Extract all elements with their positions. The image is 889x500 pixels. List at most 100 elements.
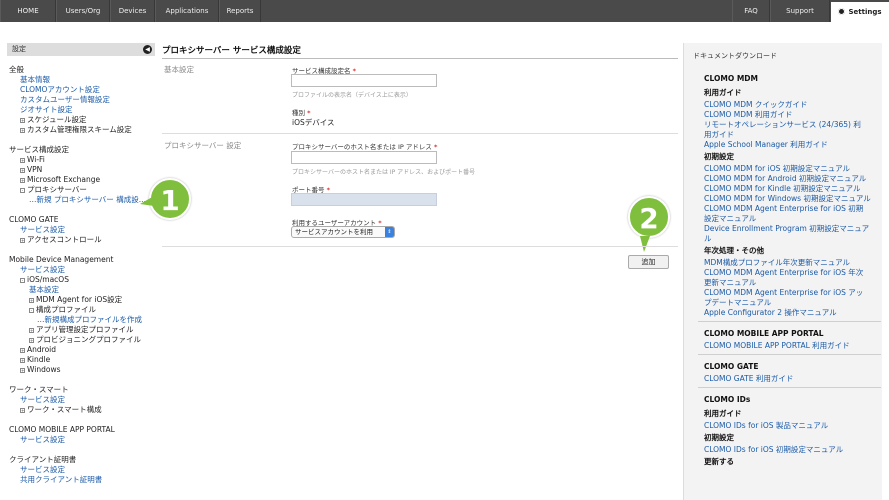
config-name-input[interactable] (291, 74, 437, 87)
tree-expand-icon[interactable]: + (20, 348, 25, 353)
sidebar-item[interactable]: + Windows (20, 365, 60, 375)
add-button[interactable]: 追加 (628, 255, 669, 269)
document-link[interactable]: リモートオペレーションサービス (24/365) 利 (704, 120, 879, 130)
nav-support[interactable]: Support (770, 0, 830, 22)
sidebar-item-label: サービス設定 (20, 395, 65, 404)
tree-expand-icon[interactable]: + (29, 298, 34, 303)
collapse-sidebar-icon[interactable]: ◀ (143, 45, 152, 54)
document-link[interactable]: CLOMO MDM for iOS 初期設定マニュアル (704, 164, 879, 174)
document-link[interactable]: CLOMO MOBILE APP PORTAL 利用ガイド (704, 341, 879, 351)
sidebar-item[interactable]: サービス設定 (20, 265, 65, 275)
nav-faq[interactable]: FAQ (732, 0, 770, 22)
sidebar-item[interactable]: + プロビジョニングプロファイル (29, 335, 141, 345)
sidebar-item[interactable]: - 構成プロファイル (29, 305, 96, 315)
tree-expand-icon[interactable]: + (20, 128, 25, 133)
sidebar-item[interactable]: …新規 プロキシサーバー 構成設... (29, 195, 146, 205)
nav-home[interactable]: HOME (0, 0, 56, 22)
document-link[interactable]: 用ガイド (704, 130, 879, 140)
sidebar-item-label: CLOMO MOBILE APP PORTAL (9, 425, 115, 434)
document-group-heading: CLOMO GATE (704, 362, 759, 371)
sidebar-item[interactable]: + スケジュール設定 (20, 115, 86, 125)
tree-collapse-icon[interactable]: - (20, 278, 25, 283)
nav-applications[interactable]: Applications (155, 0, 219, 22)
document-download-panel: ドキュメントダウンロード CLOMO MDM 利用ガイド CLOMO MDM クイッ… (683, 43, 882, 500)
sidebar-item[interactable]: 共用クライアント証明書 (20, 475, 102, 485)
document-link[interactable]: CLOMO MDM Agent Enterprise for iOS 初期 (704, 204, 879, 214)
document-link[interactable]: CLOMO MDM Agent Enterprise for iOS アッ (704, 288, 879, 298)
document-link[interactable]: CLOMO MDM for Kindle 初期設定マニュアル (704, 184, 879, 194)
document-link[interactable]: CLOMO GATE 利用ガイド (704, 374, 879, 384)
tree-expand-icon[interactable]: + (20, 158, 25, 163)
sidebar-item[interactable]: サービス設定 (20, 225, 65, 235)
tree-expand-icon[interactable]: + (20, 178, 25, 183)
document-link[interactable]: 更新マニュアル (704, 278, 879, 288)
sidebar-item-label: Windows (27, 365, 61, 374)
sidebar-item[interactable]: + ワーク・スマート構成 (20, 405, 102, 415)
sidebar-item[interactable]: + アプリ管理設定プロファイル (29, 325, 134, 335)
page-title: プロキシサーバー サービス構成設定 (162, 46, 301, 56)
tree-collapse-icon[interactable]: - (29, 308, 34, 313)
sidebar-item[interactable]: サービス設定 (20, 435, 65, 445)
document-link[interactable]: Apple Configurator 2 操作マニュアル (704, 308, 879, 318)
tree-expand-icon[interactable]: + (20, 368, 25, 373)
document-link[interactable]: プデートマニュアル (704, 298, 879, 308)
sidebar-item[interactable]: カスタムユーザー情報設定 (20, 95, 110, 105)
nav-users-org[interactable]: Users/Org (56, 0, 110, 22)
document-link[interactable]: CLOMO MDM Agent Enterprise for iOS 年次 (704, 268, 879, 278)
tree-expand-icon[interactable]: + (29, 338, 34, 343)
sidebar-section-heading: 全般 (9, 65, 24, 75)
callout-2-pointer (640, 236, 650, 252)
tree-collapse-icon[interactable]: - (20, 188, 25, 193)
sidebar-item[interactable]: + Microsoft Exchange (20, 175, 100, 185)
nav-reports[interactable]: Reports (219, 0, 261, 22)
tree-expand-icon[interactable]: + (20, 238, 25, 243)
document-link[interactable]: CLOMO MDM for Android 初期設定マニュアル (704, 174, 879, 184)
document-link[interactable]: Device Enrollment Program 初期設定マニュア (704, 224, 879, 234)
document-link[interactable]: Apple School Manager 利用ガイド (704, 140, 879, 150)
document-link[interactable]: CLOMO MDM 利用ガイド (704, 110, 879, 120)
document-link[interactable]: MDM構成プロファイル年次更新マニュアル (704, 258, 879, 268)
sidebar-item[interactable]: ジオサイト設定 (20, 105, 73, 115)
sidebar-item-label: サービス設定 (20, 225, 65, 234)
document-link[interactable]: CLOMO IDs for iOS 製品マニュアル (704, 421, 879, 431)
document-subheading: 利用ガイド (704, 88, 742, 97)
tree-expand-icon[interactable]: + (20, 118, 25, 123)
sidebar-item-label: サービス設定 (20, 435, 65, 444)
sidebar-item-label: CLOMOアカウント設定 (20, 85, 100, 94)
sidebar-item[interactable]: + Android (20, 345, 56, 355)
sidebar-item[interactable]: …新規構成プロファイルを作成 (37, 315, 142, 325)
tree-expand-icon[interactable]: + (20, 408, 25, 413)
document-link[interactable]: CLOMO MDM クイックガイド (704, 100, 879, 110)
sidebar-item[interactable]: - iOS/macOS (20, 275, 69, 285)
sidebar-item[interactable]: + MDM Agent for iOS設定 (29, 295, 122, 305)
sidebar-item[interactable]: + Wi-Fi (20, 155, 45, 165)
document-link[interactable]: CLOMO MDM for Windows 初期設定マニュアル (704, 194, 879, 204)
port-input[interactable] (291, 193, 437, 206)
sidebar-item-label: Mobile Device Management (9, 255, 114, 264)
nav-settings-tab[interactable]: Settings (831, 2, 889, 22)
section-divider (162, 133, 678, 134)
tree-expand-icon[interactable]: + (29, 328, 34, 333)
document-link[interactable]: 設定マニュアル (704, 214, 879, 224)
sidebar-item[interactable]: 基本情報 (20, 75, 50, 85)
sidebar-item[interactable]: サービス設定 (20, 395, 65, 405)
sidebar-item[interactable]: 基本設定 (29, 285, 59, 295)
nav-devices[interactable]: Devices (110, 0, 155, 22)
sidebar-item[interactable]: + カスタム管理権限スキーム設定 (20, 125, 132, 135)
sidebar-item[interactable]: + Kindle (20, 355, 50, 365)
document-link[interactable]: CLOMO IDs for iOS 初期設定マニュアル (704, 445, 879, 455)
document-link[interactable]: ル (704, 234, 879, 244)
sidebar-item-label: Microsoft Exchange (27, 175, 101, 184)
sidebar-item[interactable]: + アクセスコントロール (20, 235, 102, 245)
sidebar-item[interactable]: CLOMOアカウント設定 (20, 85, 100, 95)
sidebar-item[interactable]: + VPN (20, 165, 42, 175)
sidebar-item-label: 共用クライアント証明書 (20, 475, 103, 484)
tree-expand-icon[interactable]: + (20, 358, 25, 363)
user-account-select[interactable]: サービスアカウントを利用 ⇕ (291, 226, 395, 238)
tree-expand-icon[interactable]: + (20, 168, 25, 173)
callout-marker-1: 1 (149, 178, 191, 220)
sidebar-item[interactable]: - プロキシサーバー (20, 185, 87, 195)
proxy-host-input[interactable] (291, 151, 437, 164)
sidebar-item[interactable]: サービス設定 (20, 465, 65, 475)
sidebar-item-label: Android (27, 345, 56, 354)
